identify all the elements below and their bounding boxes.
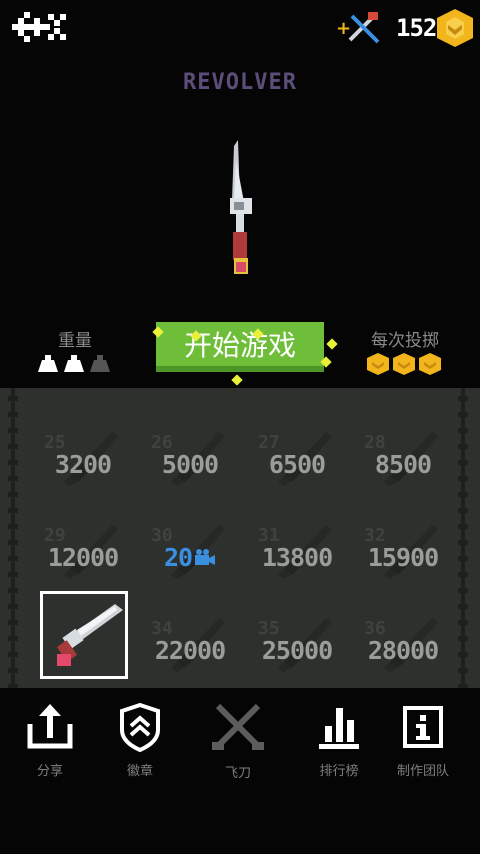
price-text: 22000 bbox=[154, 636, 226, 665]
badge-icon bbox=[120, 702, 160, 752]
knife-price: 3200 bbox=[30, 450, 136, 479]
crossed-knives-icon bbox=[212, 703, 264, 750]
price-text: 3200 bbox=[54, 450, 112, 479]
price-text: 12000 bbox=[47, 543, 119, 572]
knife-cell[interactable]: 31 13800 bbox=[244, 499, 350, 591]
nav-share[interactable]: 分享 bbox=[5, 702, 95, 794]
knife-cell[interactable]: 32 15900 bbox=[350, 499, 456, 591]
nav-badges-label: 徽章 bbox=[126, 764, 153, 779]
leaderboard-icon bbox=[319, 708, 359, 749]
add-weapons-button[interactable]: + bbox=[336, 10, 384, 46]
price-text: 13800 bbox=[261, 543, 333, 572]
share-icon bbox=[27, 704, 73, 749]
price-text: 25000 bbox=[261, 636, 333, 665]
weapon-name: REVOLVER bbox=[183, 70, 297, 95]
start-game-button[interactable]: 开始游戏 bbox=[156, 322, 324, 372]
price-text: 5000 bbox=[161, 450, 219, 479]
coin-icon bbox=[419, 353, 441, 375]
price-text: 15900 bbox=[367, 543, 439, 572]
knife-preview bbox=[210, 140, 270, 290]
knife-cell[interactable]: 29 12000 bbox=[30, 499, 136, 591]
knife-cell[interactable]: 28 8500 bbox=[350, 406, 456, 498]
weight-icon bbox=[38, 355, 58, 372]
nav-credits[interactable]: 制作团队 bbox=[378, 702, 468, 794]
back-arrow-icon bbox=[12, 12, 66, 42]
knife-price: 5000 bbox=[137, 450, 243, 479]
nav-share-label: 分享 bbox=[36, 764, 63, 779]
price-text: 20 bbox=[163, 543, 193, 572]
weight-icon bbox=[64, 355, 84, 372]
sparkle-icon bbox=[326, 338, 338, 350]
knife-cell[interactable]: 26 5000 bbox=[137, 406, 243, 498]
back-button[interactable] bbox=[10, 8, 68, 46]
knife-cell[interactable]: 35 25000 bbox=[244, 592, 350, 684]
weight-label: 重量 bbox=[58, 331, 92, 351]
svg-text:+: + bbox=[336, 18, 351, 39]
coin-icon bbox=[393, 353, 415, 375]
throw-reward-label: 每次投掷 bbox=[371, 331, 439, 351]
nav-credits-label: 制作团队 bbox=[396, 764, 449, 779]
video-unlock-count: 20 bbox=[137, 543, 243, 572]
price-text: 28000 bbox=[367, 636, 439, 665]
start-game-label: 开始游戏 bbox=[183, 329, 296, 362]
revolver-knife-icon bbox=[56, 604, 123, 666]
knife-price: 12000 bbox=[30, 543, 136, 572]
coin-icon bbox=[367, 353, 389, 375]
knife-price: 28000 bbox=[350, 636, 456, 665]
coin-icon bbox=[436, 8, 474, 48]
knife-cell[interactable]: 36 28000 bbox=[350, 592, 456, 684]
knife-price: 25000 bbox=[244, 636, 350, 665]
knife-price: 13800 bbox=[244, 543, 350, 572]
knife-cell[interactable]: 25 3200 bbox=[30, 406, 136, 498]
knife-price: 15900 bbox=[350, 543, 456, 572]
price-text: 6500 bbox=[268, 450, 326, 479]
nav-knives-label: 飞刀 bbox=[224, 766, 251, 781]
weight-icon bbox=[90, 355, 110, 372]
selected-knife-cell[interactable] bbox=[40, 591, 128, 679]
coin-count: 152 bbox=[396, 14, 437, 42]
knife-cell[interactable]: 34 22000 bbox=[137, 592, 243, 684]
crossed-weapons-icon: + bbox=[336, 12, 380, 44]
knife-price: 22000 bbox=[137, 636, 243, 665]
video-camera-icon bbox=[195, 549, 216, 565]
nav-knives[interactable]: 飞刀 bbox=[193, 702, 283, 794]
price-text: 8500 bbox=[374, 450, 432, 479]
right-rail bbox=[458, 388, 468, 688]
bottom-nav: 分享 徽章 飞刀 排行榜 制作团队 bbox=[0, 688, 480, 798]
info-icon bbox=[403, 706, 443, 748]
nav-leaderboard-label: 排行榜 bbox=[319, 764, 359, 779]
left-rail bbox=[8, 388, 18, 688]
nav-leaderboard[interactable]: 排行榜 bbox=[294, 702, 384, 794]
knife-cell[interactable]: 30 20 bbox=[137, 499, 243, 591]
sparkle-icon bbox=[231, 374, 243, 386]
nav-badges[interactable]: 徽章 bbox=[95, 702, 185, 794]
throw-reward-coins bbox=[366, 352, 446, 376]
knife-price: 6500 bbox=[244, 450, 350, 479]
knife-cell[interactable]: 27 6500 bbox=[244, 406, 350, 498]
knife-price: 8500 bbox=[350, 450, 456, 479]
weight-indicator bbox=[36, 352, 116, 374]
